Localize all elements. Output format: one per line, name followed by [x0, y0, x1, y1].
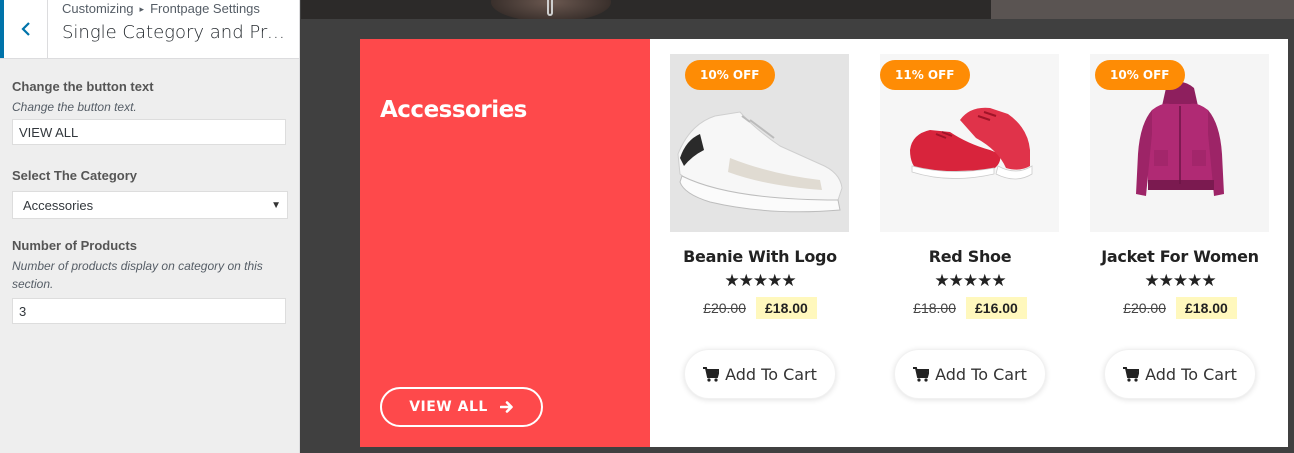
breadcrumb: Customizing ▸ Frontpage Settings	[62, 1, 260, 16]
product-price: £20.00 £18.00	[660, 297, 860, 319]
button-text-description: Change the button text.	[12, 100, 137, 114]
sale-price: £18.00	[1176, 297, 1237, 319]
product-name[interactable]: Jacket For Women	[1080, 247, 1280, 266]
discount-badge: 11% OFF	[880, 60, 970, 90]
add-to-cart-label: Add To Cart	[1145, 364, 1237, 384]
num-products-label: Number of Products	[12, 238, 137, 253]
category-selected-value: Accessories	[23, 198, 94, 213]
product-grid: 10% OFF Beanie With Logo ★★★★★ £20.00 £1…	[650, 39, 1288, 447]
category-control: Select The Category Accessories ▼	[12, 168, 288, 219]
add-to-cart-button[interactable]: Add To Cart	[684, 349, 836, 399]
num-products-input[interactable]	[12, 298, 286, 324]
discount-badge: 10% OFF	[1095, 60, 1185, 90]
section-title: Single Category and Pro…	[62, 22, 292, 43]
star-rating-icon: ★★★★★	[1144, 271, 1216, 290]
breadcrumb-root: Customizing	[62, 1, 134, 16]
add-to-cart-button[interactable]: Add To Cart	[1104, 349, 1256, 399]
old-price: £20.00	[703, 300, 746, 316]
view-all-label: VIEW ALL	[409, 399, 488, 415]
section-header: Customizing ▸ Frontpage Settings Single Ca…	[0, 0, 299, 59]
cart-icon	[703, 366, 720, 382]
num-products-description: Number of products display on category o…	[12, 259, 263, 291]
back-button[interactable]	[0, 0, 48, 58]
button-text-label: Change the button text	[12, 79, 154, 94]
view-all-button[interactable]: VIEW ALL	[380, 387, 543, 427]
necklace-graphic	[547, 0, 553, 16]
category-select[interactable]: Accessories ▼	[12, 191, 288, 219]
star-rating-icon: ★★★★★	[724, 271, 796, 290]
category-title: Accessories	[380, 97, 527, 123]
button-text-input[interactable]	[12, 119, 286, 145]
cart-icon	[913, 366, 930, 382]
button-text-control: Change the button text Change the button…	[12, 79, 288, 145]
discount-badge: 10% OFF	[685, 60, 775, 90]
product-price: £20.00 £18.00	[1080, 297, 1280, 319]
breadcrumb-separator-icon: ▸	[139, 4, 145, 14]
add-to-cart-button[interactable]: Add To Cart	[894, 349, 1046, 399]
hero-side-block	[991, 0, 1294, 19]
customizer-sidebar: Customizing ▸ Frontpage Settings Single Ca…	[0, 0, 300, 453]
num-products-control: Number of Products Number of products di…	[12, 238, 288, 324]
add-to-cart-label: Add To Cart	[725, 364, 817, 384]
dropdown-caret-icon: ▼	[271, 200, 281, 211]
category-panel: Accessories VIEW ALL	[360, 39, 650, 447]
product-card: 10% OFF Beanie With Logo ★★★★★ £20.00 £1…	[660, 39, 860, 447]
chevron-left-icon	[20, 22, 30, 36]
product-card: 10% OFF Jacket For Women ★★★★★ £20.00 £1…	[1080, 39, 1280, 447]
old-price: £18.00	[913, 300, 956, 316]
product-name[interactable]: Beanie With Logo	[660, 247, 860, 266]
product-price: £18.00 £16.00	[870, 297, 1070, 319]
hero-image-strip	[301, 0, 1294, 19]
cart-icon	[1123, 366, 1140, 382]
old-price: £20.00	[1123, 300, 1166, 316]
breadcrumb-section: Frontpage Settings	[150, 1, 260, 16]
add-to-cart-label: Add To Cart	[935, 364, 1027, 384]
sale-price: £18.00	[756, 297, 817, 319]
product-card: 11% OFF Red Shoe ★★★★★ £18.00 £16.00 Add…	[870, 39, 1070, 447]
arrow-right-icon	[499, 401, 513, 413]
sale-price: £16.00	[966, 297, 1027, 319]
star-rating-icon: ★★★★★	[934, 271, 1006, 290]
category-label: Select The Category	[12, 168, 137, 183]
site-preview: Accessories VIEW ALL 10% OFF Beanie With…	[301, 0, 1294, 453]
product-name[interactable]: Red Shoe	[870, 247, 1070, 266]
